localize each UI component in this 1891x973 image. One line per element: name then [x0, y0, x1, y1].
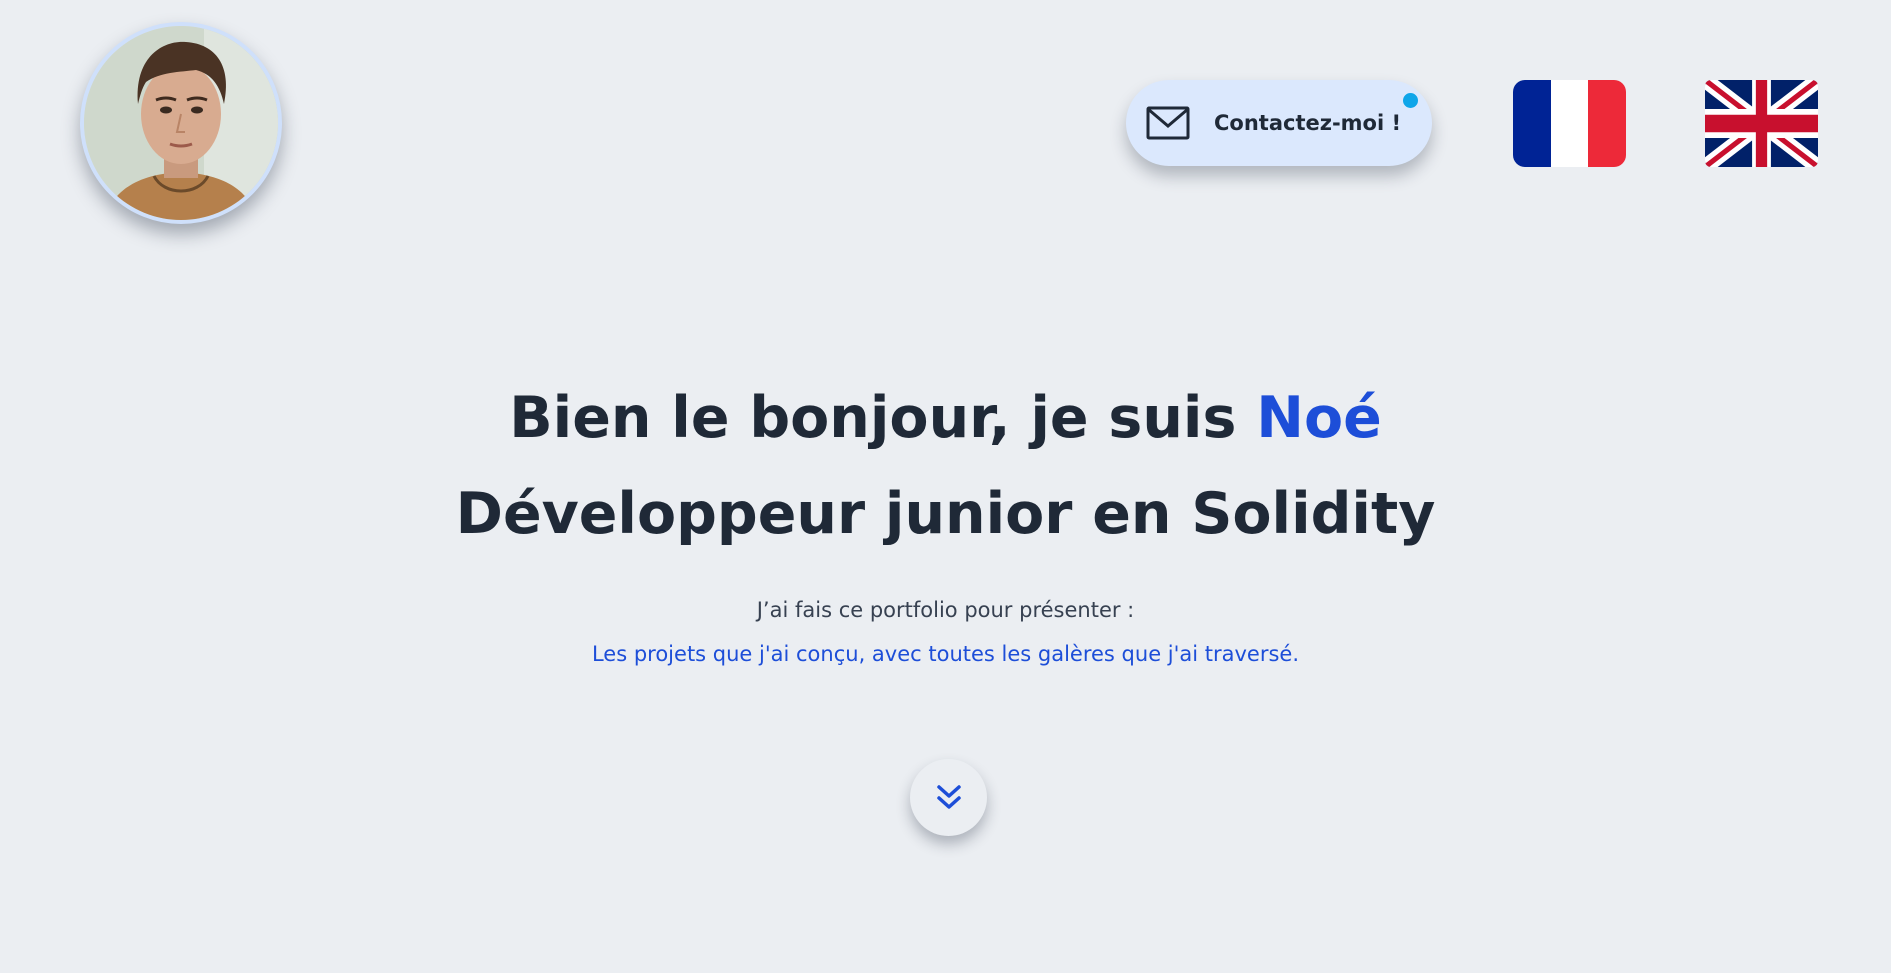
avatar-photo [84, 26, 278, 220]
french-flag-icon[interactable] [1513, 80, 1626, 167]
uk-flag-icon[interactable] [1705, 80, 1818, 167]
hero-section: Bien le bonjour, je suis Noé Développeur… [0, 370, 1891, 676]
intro-text: J’ai fais ce portfolio pour présenter : [756, 598, 1135, 622]
greeting-heading: Bien le bonjour, je suis Noé [0, 370, 1891, 466]
notification-dot [1403, 93, 1418, 108]
mail-icon [1146, 106, 1190, 140]
role-heading: Développeur junior en Solidity [455, 481, 1436, 547]
avatar[interactable] [80, 22, 282, 224]
contact-button-label: Contactez-moi ! [1214, 111, 1402, 135]
projects-link[interactable]: Les projets que j'ai conçu, avec toutes … [0, 632, 1891, 676]
contact-button[interactable]: Contactez-moi ! [1126, 80, 1432, 166]
scroll-down-button[interactable] [910, 759, 987, 836]
greeting-text: Bien le bonjour, je suis [509, 385, 1257, 451]
hero-name: Noé [1256, 385, 1382, 451]
uk-flag-graphic [1705, 80, 1818, 167]
chevrons-down-icon [936, 784, 961, 809]
portfolio-page: Contactez-moi ! Bien le bonjour, je suis… [0, 0, 1891, 973]
